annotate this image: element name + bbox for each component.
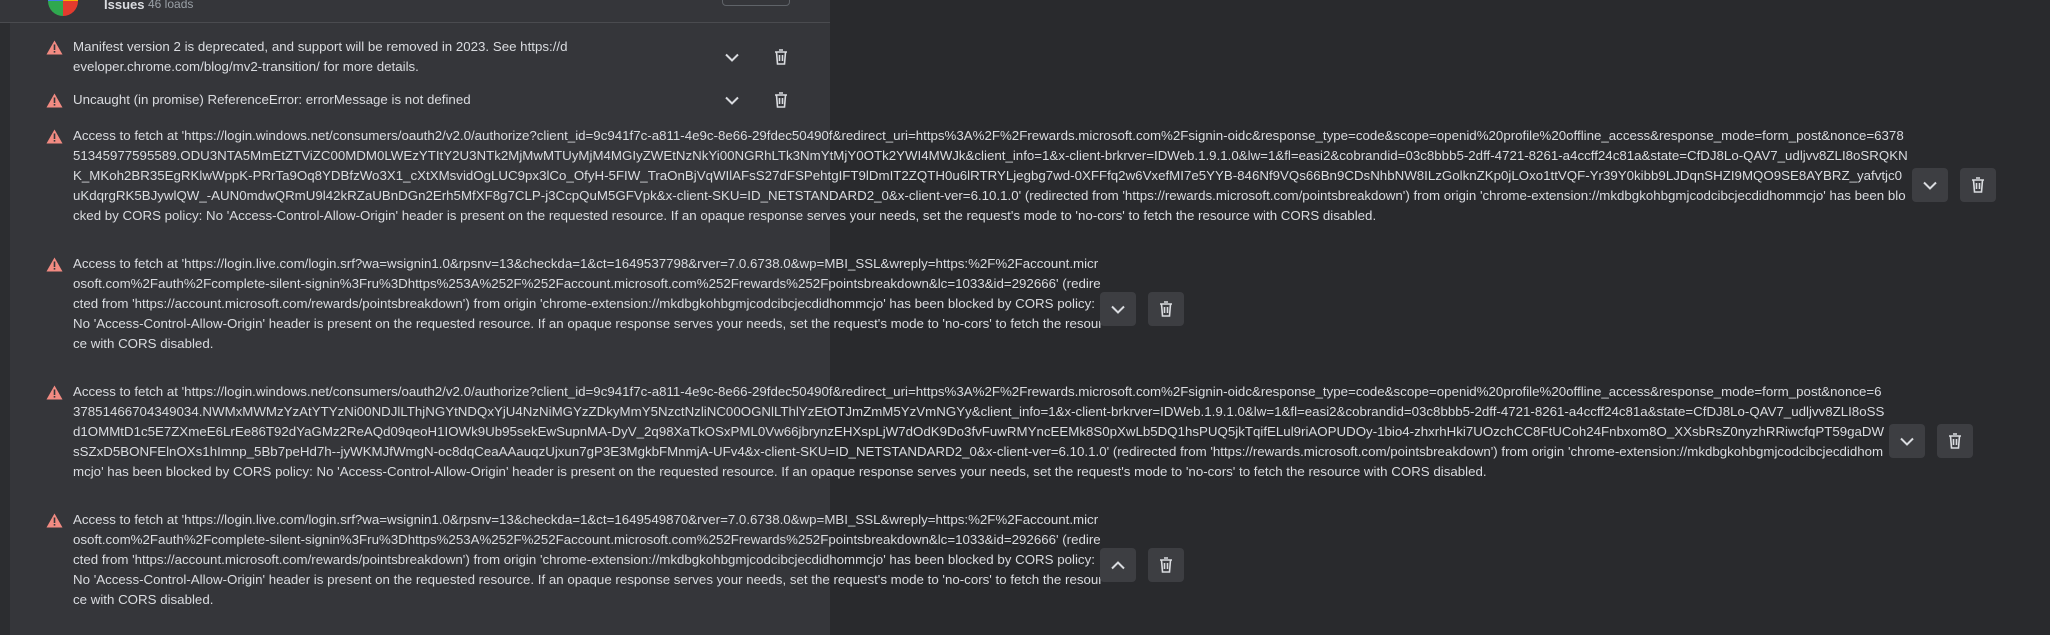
extension-subtitle: 46 loads: [148, 0, 194, 11]
warning-triangle-icon: [46, 513, 63, 528]
expand-button[interactable]: [1912, 168, 1948, 202]
delete-button[interactable]: [1148, 548, 1184, 582]
collapse-button[interactable]: [1100, 548, 1136, 582]
error-message[interactable]: Access to fetch at 'https://login.live.c…: [73, 254, 1103, 354]
delete-button[interactable]: [1937, 424, 1973, 458]
extension-header-button[interactable]: [722, 0, 790, 6]
extension-header: Issues 46 loads: [0, 0, 830, 23]
warning-triangle-icon: [46, 385, 63, 400]
delete-button[interactable]: [763, 40, 799, 74]
trash-icon: [1159, 557, 1173, 573]
extension-name: Issues: [104, 0, 145, 12]
delete-button[interactable]: [1148, 292, 1184, 326]
warning-triangle-icon: [46, 129, 63, 144]
extension-logo: [48, 0, 78, 16]
error-message[interactable]: Manifest version 2 is deprecated, and su…: [73, 37, 573, 77]
expand-button[interactable]: [1100, 292, 1136, 326]
error-message[interactable]: Access to fetch at 'https://login.window…: [73, 126, 1908, 226]
error-message[interactable]: Access to fetch at 'https://login.live.c…: [73, 510, 1103, 610]
expand-button[interactable]: [1889, 424, 1925, 458]
chevron-down-icon: [1923, 181, 1937, 190]
expand-button[interactable]: [714, 40, 750, 74]
error-message[interactable]: Uncaught (in promise) ReferenceError: er…: [73, 90, 713, 110]
trash-icon: [774, 92, 788, 108]
trash-icon: [1971, 177, 1985, 193]
trash-icon: [1159, 301, 1173, 317]
chevron-down-icon: [725, 53, 739, 62]
trash-icon: [1948, 433, 1962, 449]
expand-button[interactable]: [714, 83, 750, 117]
chevron-down-icon: [1900, 437, 1914, 446]
warning-triangle-icon: [46, 93, 63, 108]
warning-triangle-icon: [46, 40, 63, 55]
warning-triangle-icon: [46, 257, 63, 272]
delete-button[interactable]: [1960, 168, 1996, 202]
chevron-down-icon: [1111, 305, 1125, 314]
panel-left-rail: [0, 22, 10, 635]
trash-icon: [774, 49, 788, 65]
delete-button[interactable]: [763, 83, 799, 117]
error-message[interactable]: Access to fetch at 'https://login.window…: [73, 382, 1888, 482]
chevron-down-icon: [725, 96, 739, 105]
chevron-up-icon: [1111, 560, 1125, 570]
